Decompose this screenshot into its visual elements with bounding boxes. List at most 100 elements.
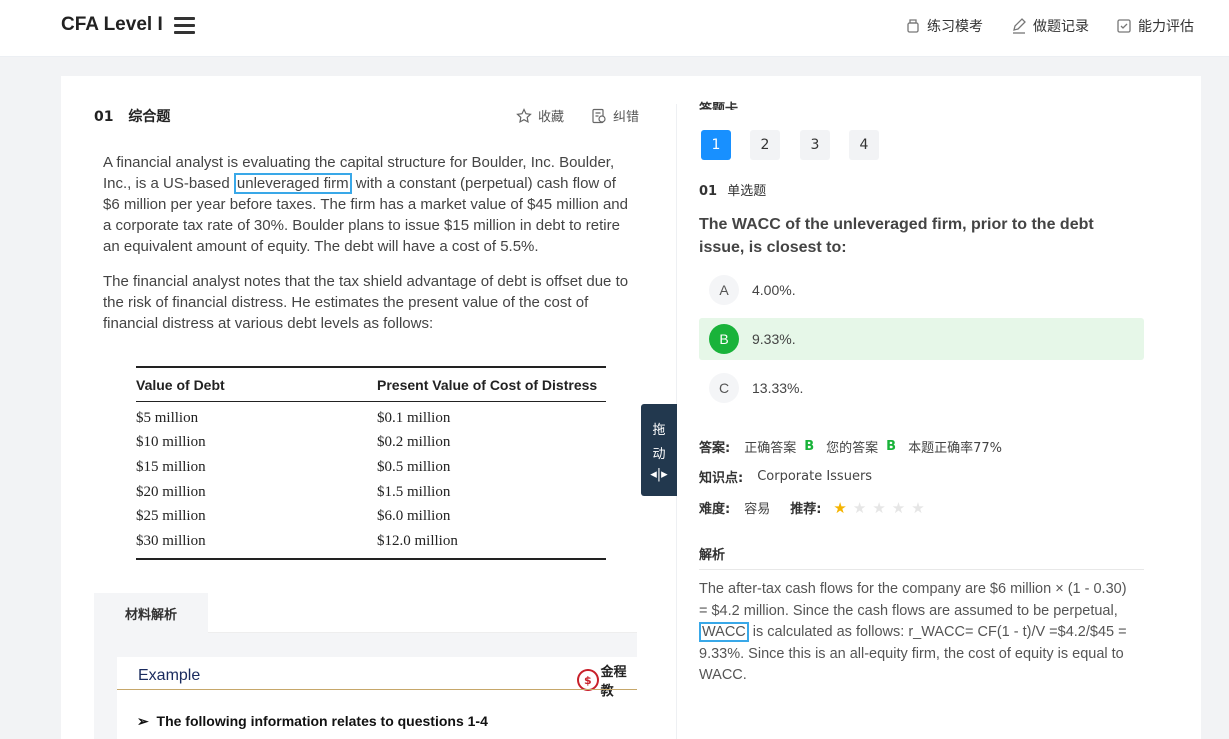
question-nav-1[interactable]: 1 bbox=[701, 130, 731, 160]
topic-row: 知识点: Corporate Issuers bbox=[699, 467, 872, 486]
difficulty-value: 容易 bbox=[744, 502, 771, 517]
drag-label-2: 动 bbox=[652, 446, 666, 462]
table-cell: $15 million bbox=[136, 458, 206, 475]
explanation-part: is calculated as follows: r_WACC= CF(1 -… bbox=[699, 624, 1127, 684]
option-letter: C bbox=[709, 373, 739, 403]
sub-question-type: 单选题 bbox=[727, 184, 767, 199]
correct-answer-label: 正确答案 bbox=[744, 441, 797, 456]
table-row: $10 million $0.2 million bbox=[136, 431, 606, 456]
explanation-title: 解析 bbox=[699, 548, 726, 563]
your-answer-value: B bbox=[886, 439, 897, 454]
table-row: $5 million $0.1 million bbox=[136, 406, 606, 431]
sub-question-header: 01 单选题 bbox=[699, 180, 766, 199]
edit-record-icon bbox=[1013, 18, 1026, 34]
table-row: $15 million $0.5 million bbox=[136, 455, 606, 480]
question-nav-2[interactable]: 2 bbox=[750, 130, 780, 160]
table-header-cell: Present Value of Cost of Distress bbox=[377, 376, 598, 393]
drag-label-1: 拖 bbox=[652, 422, 666, 438]
passage-paragraph-2: The financial analyst notes that the tax… bbox=[103, 273, 629, 332]
nav-practice-label: 练习模考 bbox=[927, 19, 983, 35]
table-cell: $0.1 million bbox=[377, 409, 451, 426]
slide-title: Example bbox=[138, 667, 201, 684]
hamburger-menu-icon[interactable] bbox=[174, 17, 195, 35]
nav-history[interactable]: 做题记录 bbox=[1011, 16, 1089, 36]
brand-logo: $ 金程教 bbox=[577, 661, 637, 699]
material-panel: Example $ 金程教 ➢ The following informatio… bbox=[94, 633, 637, 739]
table-row: $30 million $12.0 million bbox=[136, 529, 606, 554]
favorite-label: 收藏 bbox=[538, 110, 565, 125]
table-cell: $1.5 million bbox=[377, 483, 451, 500]
question-stem: The WACC of the unleveraged firm, prior … bbox=[699, 216, 1094, 256]
question-number: 01 bbox=[94, 109, 114, 125]
star-icon: ★ bbox=[852, 498, 867, 517]
panel-resize-handle[interactable]: 拖 动 ◂|▸ bbox=[641, 404, 677, 496]
assessment-icon bbox=[1117, 19, 1131, 33]
option-b[interactable]: B 9.33%. bbox=[699, 318, 1144, 360]
answer-summary: 答案: 正确答案 B 您的答案 B 本题正确率77% bbox=[699, 437, 1002, 456]
material-tabbar: 材料解析 bbox=[94, 593, 637, 633]
answer-card-title: 答题卡 bbox=[699, 102, 739, 110]
difficulty-key-label: 难度: bbox=[699, 502, 731, 517]
highlighted-term: WACC bbox=[699, 622, 749, 643]
app-title: CFA Level I bbox=[61, 14, 163, 35]
favorite-button[interactable]: 收藏 bbox=[516, 106, 564, 125]
question-type: 综合题 bbox=[128, 109, 171, 125]
option-text: 13.33%. bbox=[752, 380, 804, 396]
answer-key-label: 答案: bbox=[699, 441, 731, 456]
top-navbar: CFA Level I 练习模考 做题记录 能力评估 bbox=[0, 0, 1229, 57]
table-row: $20 million $1.5 million bbox=[136, 480, 606, 505]
table-rule bbox=[136, 557, 606, 560]
exam-icon bbox=[907, 19, 919, 33]
explanation-divider bbox=[699, 569, 1144, 570]
option-text: 4.00%. bbox=[752, 282, 796, 298]
explanation-part: The after-tax cash flows for the company… bbox=[699, 581, 1127, 619]
logo-text: 金程教 bbox=[600, 665, 627, 699]
option-c[interactable]: C 13.33%. bbox=[699, 367, 1144, 409]
sub-question-number: 01 bbox=[699, 184, 718, 199]
table-header-cell: Value of Debt bbox=[136, 376, 225, 393]
nav-practice-exam[interactable]: 练习模考 bbox=[905, 16, 983, 36]
correct-answer-value: B bbox=[804, 439, 815, 454]
distress-cost-table: Value of Debt Present Value of Cost of D… bbox=[136, 366, 606, 560]
nav-history-label: 做题记录 bbox=[1033, 19, 1089, 35]
question-header: 01 综合题 bbox=[94, 106, 170, 126]
option-a[interactable]: A 4.00%. bbox=[699, 269, 1144, 311]
question-nav-3[interactable]: 3 bbox=[800, 130, 830, 160]
recommend-stars: ★ ★ ★ ★ ★ bbox=[833, 499, 924, 517]
table-cell: $6.0 million bbox=[377, 508, 451, 525]
table-cell: $25 million bbox=[136, 508, 206, 525]
table-cell: $5 million bbox=[136, 409, 199, 426]
nav-assessment[interactable]: 能力评估 bbox=[1116, 16, 1194, 36]
table-cell: $20 million bbox=[136, 483, 206, 500]
logo-icon: $ bbox=[577, 669, 599, 691]
star-icon: ★ bbox=[911, 498, 925, 517]
table-cell: $30 million bbox=[136, 532, 206, 549]
report-label: 纠错 bbox=[613, 110, 640, 125]
question-nav-4[interactable]: 4 bbox=[849, 130, 879, 160]
table-cell: $0.2 million bbox=[377, 434, 451, 451]
star-icon: ★ bbox=[891, 498, 906, 517]
report-error-button[interactable]: 纠错 bbox=[591, 106, 639, 125]
explanation-text: The after-tax cash flows for the company… bbox=[699, 579, 1129, 687]
topic-value: Corporate Issuers bbox=[757, 469, 873, 484]
resize-horizontal-icon: ◂|▸ bbox=[650, 466, 668, 482]
nav-assessment-label: 能力评估 bbox=[1138, 19, 1194, 35]
table-row: $25 million $6.0 million bbox=[136, 504, 606, 529]
question-passage: A financial analyst is evaluating the ca… bbox=[103, 152, 633, 348]
slide-bullet-text: The following information relates to que… bbox=[156, 713, 488, 729]
star-outline-icon bbox=[516, 107, 532, 123]
table-cell: $12.0 million bbox=[377, 532, 458, 549]
tab-material-analysis[interactable]: 材料解析 bbox=[94, 593, 208, 633]
topic-key-label: 知识点: bbox=[699, 471, 744, 486]
accuracy-rate: 本题正确率77% bbox=[908, 441, 1002, 456]
slide-bullet: ➢ The following information relates to q… bbox=[137, 713, 488, 729]
highlighted-term: unleveraged firm bbox=[233, 173, 352, 194]
option-text: 9.33%. bbox=[752, 331, 796, 347]
option-letter: A bbox=[709, 275, 739, 305]
table-header: Value of Debt Present Value of Cost of D… bbox=[136, 368, 606, 401]
passage-paragraph-1: A financial analyst is evaluating the ca… bbox=[103, 152, 633, 257]
slide-divider bbox=[117, 689, 637, 690]
option-letter: B bbox=[709, 324, 739, 354]
material-slide: Example $ 金程教 ➢ The following informatio… bbox=[117, 657, 637, 739]
difficulty-row: 难度: 容易 推荐: ★ ★ ★ ★ ★ bbox=[699, 498, 925, 518]
